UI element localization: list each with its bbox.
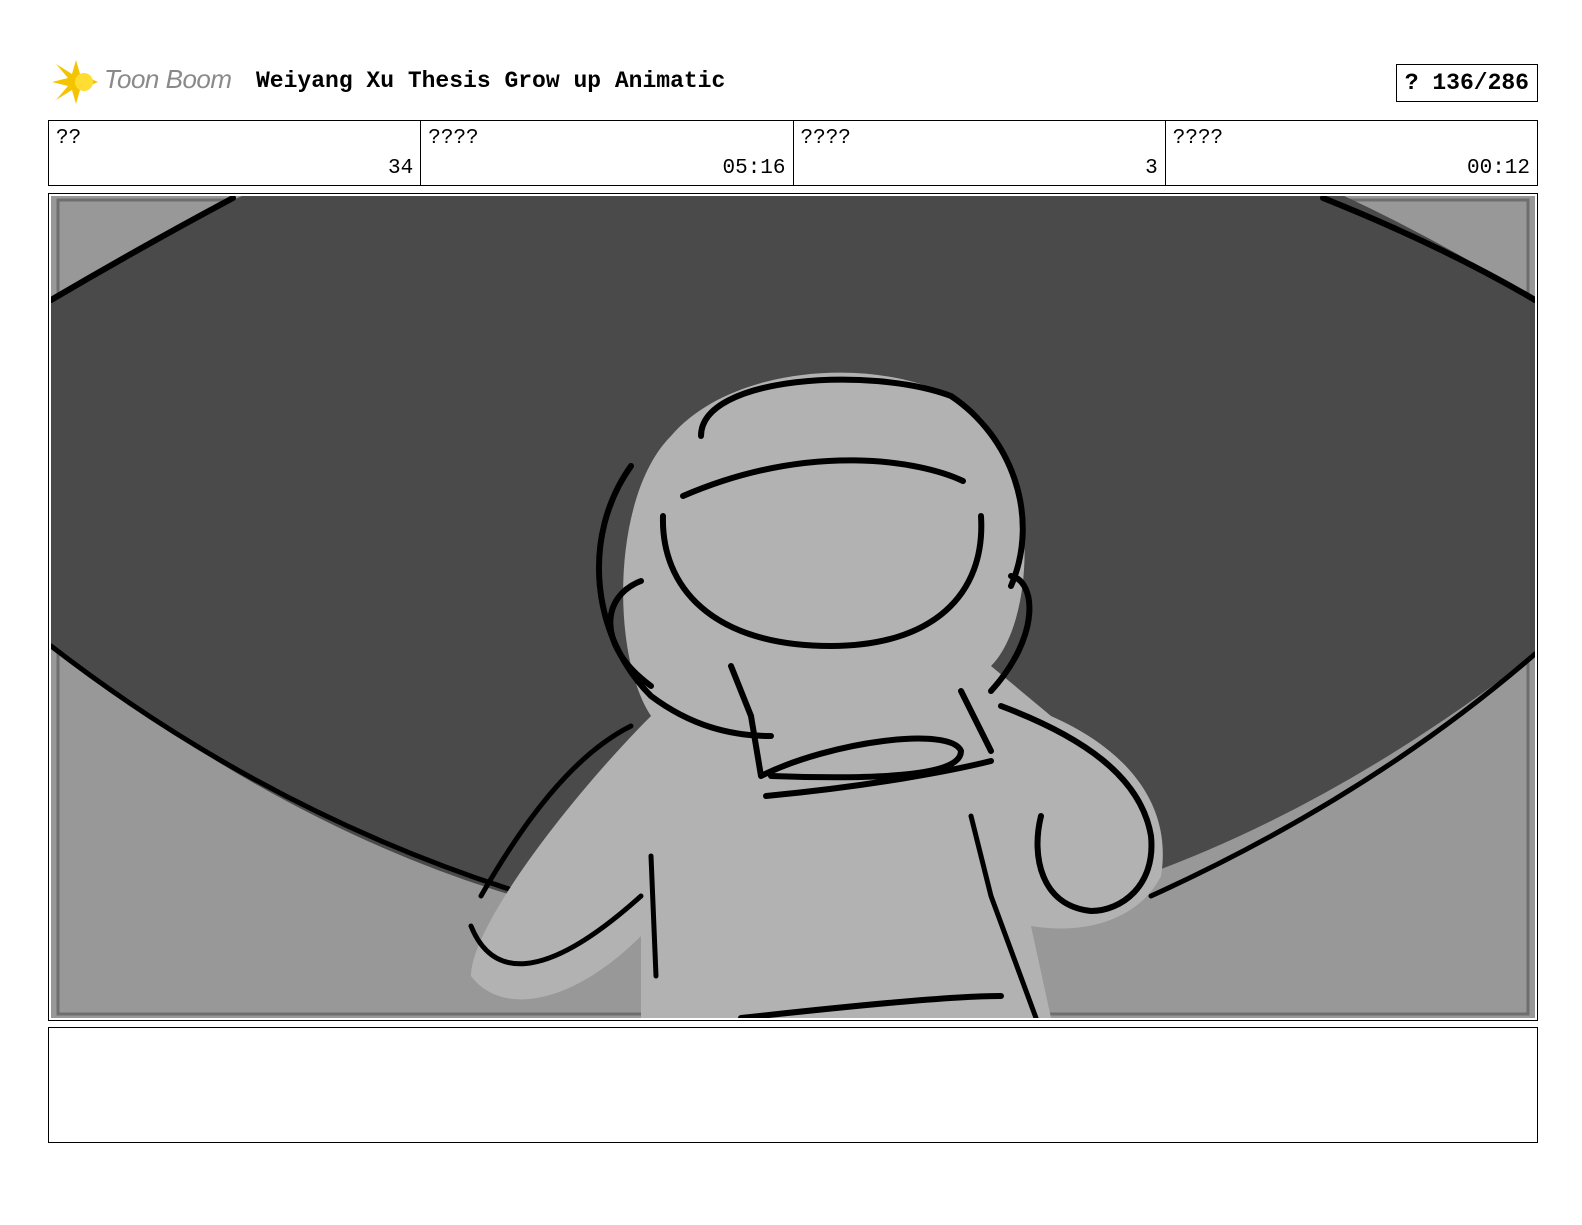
info-label: ???? <box>428 127 479 150</box>
page-counter: ? 136/286 <box>1395 64 1538 102</box>
info-cell-panel: ???? 3 <box>794 121 1166 185</box>
panel-notes-box <box>48 1027 1538 1143</box>
info-value: 34 <box>388 157 414 180</box>
info-cell-scene: ?? 34 <box>49 121 422 185</box>
toon-boom-logo: Toon Boom <box>50 56 240 108</box>
storyboard-panel <box>48 193 1538 1021</box>
panel-sketch-image <box>51 196 1535 1018</box>
info-value: 00:12 <box>1466 157 1530 180</box>
info-label: ?? <box>56 127 82 150</box>
info-label: ???? <box>800 127 851 150</box>
project-title: Weiyang Xu Thesis Grow up Animatic <box>256 68 726 94</box>
info-value: 05:16 <box>722 157 786 180</box>
panel-info-bar: ?? 34 ???? 05:16 ???? 3 ???? 00:12 <box>48 120 1538 186</box>
storyboard-header: Toon Boom Weiyang Xu Thesis Grow up Anim… <box>50 56 1538 108</box>
info-cell-duration: ???? 05:16 <box>421 121 794 185</box>
info-label: ???? <box>1172 127 1224 150</box>
starburst-icon <box>52 60 98 104</box>
logo-wordmark: Toon Boom <box>104 64 232 94</box>
info-cell-panel-duration: ???? 00:12 <box>1166 121 1537 185</box>
info-value: 3 <box>1145 157 1158 180</box>
